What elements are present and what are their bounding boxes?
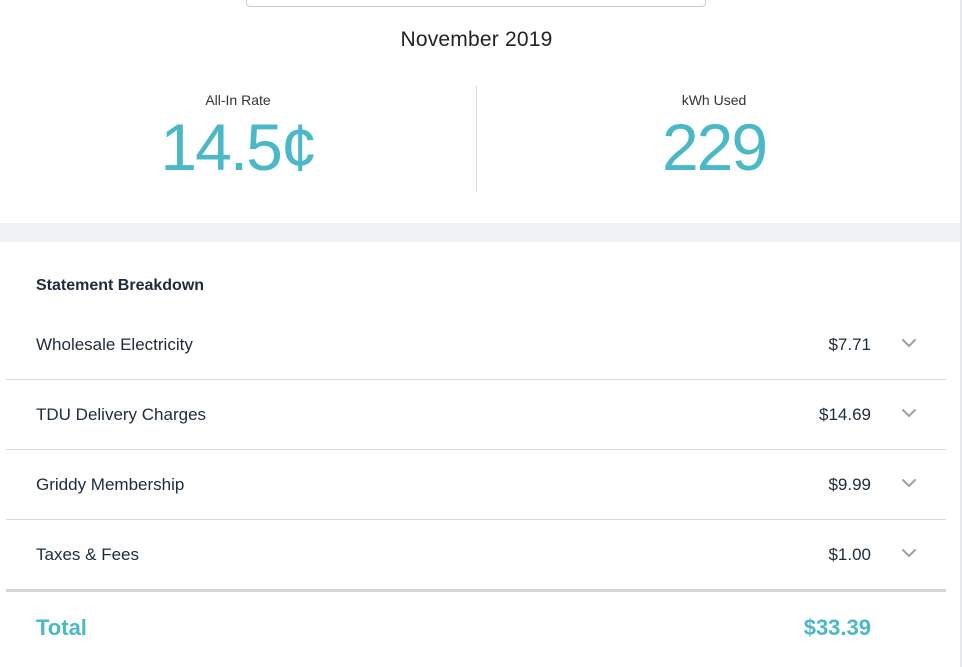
chevron-down-icon[interactable]	[900, 404, 918, 422]
statement-breakdown-title: Statement Breakdown	[36, 277, 205, 294]
kwh-used-label: kWh Used	[681, 92, 747, 108]
breakdown-row-wholesale-electricity[interactable]: Wholesale Electricity $7.71	[6, 310, 946, 380]
section-separator	[0, 223, 962, 242]
breakdown-row-label: Taxes & Fees	[36, 545, 139, 564]
all-in-rate-label: All-In Rate	[205, 92, 271, 108]
kwh-used-stat: kWh Used 229	[476, 92, 952, 180]
breakdown-row-amount: $1.00	[828, 545, 871, 564]
total-amount: $33.39	[803, 615, 871, 640]
chevron-down-icon[interactable]	[900, 334, 918, 352]
statement-period: November 2019	[400, 28, 553, 51]
breakdown-row-griddy-membership[interactable]: Griddy Membership $9.99	[6, 450, 946, 520]
breakdown-list: Wholesale Electricity $7.71 TDU Delivery…	[6, 310, 946, 592]
breakdown-row-amount: $9.99	[828, 475, 871, 494]
breakdown-row-taxes-and-fees[interactable]: Taxes & Fees $1.00	[6, 520, 946, 592]
total-label: Total	[36, 615, 87, 640]
breakdown-row-label: TDU Delivery Charges	[36, 405, 207, 424]
period-select[interactable]	[246, 0, 706, 7]
breakdown-row-tdu-delivery-charges[interactable]: TDU Delivery Charges $14.69	[6, 380, 946, 450]
all-in-rate-stat: All-In Rate 14.5¢	[0, 92, 476, 180]
breakdown-row-amount: $14.69	[819, 405, 871, 424]
all-in-rate-value: 14.5¢	[160, 110, 317, 184]
breakdown-row-label: Wholesale Electricity	[36, 335, 193, 354]
chevron-down-icon[interactable]	[900, 544, 918, 562]
kwh-used-value: 229	[661, 110, 768, 184]
breakdown-row-label: Griddy Membership	[36, 475, 185, 494]
breakdown-row-amount: $7.71	[828, 335, 871, 354]
chevron-down-icon[interactable]	[900, 474, 918, 492]
